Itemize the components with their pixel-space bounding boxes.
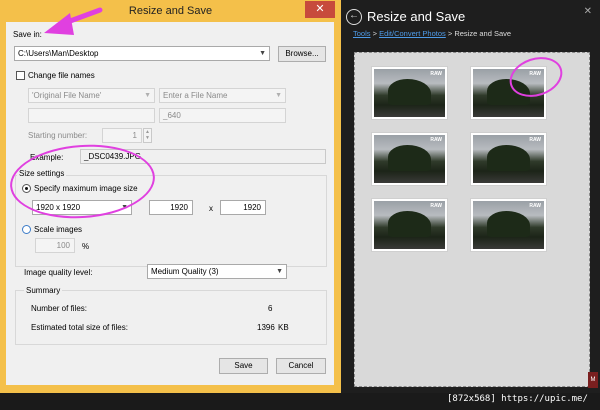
raw-badge: RAW xyxy=(430,71,442,77)
cancel-button[interactable]: Cancel xyxy=(276,358,326,374)
chevron-down-icon: ▼ xyxy=(275,92,282,99)
total-size-unit: KB xyxy=(278,323,289,332)
summary-group xyxy=(15,290,327,345)
photo-thumbnail[interactable]: RAW xyxy=(371,198,448,252)
scale-images-radio[interactable] xyxy=(22,225,31,234)
save-in-path-value: C:\Users\Man\Desktop xyxy=(18,49,99,58)
number-of-files-label: Number of files: xyxy=(31,304,88,313)
prefix-input[interactable] xyxy=(28,108,155,123)
breadcrumb-edit-convert[interactable]: Edit/Convert Photos xyxy=(379,29,446,38)
raw-badge: RAW xyxy=(430,203,442,209)
photo-image: RAW xyxy=(473,201,544,249)
total-size-value: 1396 xyxy=(257,323,275,332)
height-input[interactable]: 1920 xyxy=(220,200,266,215)
width-input[interactable]: 1920 xyxy=(149,200,193,215)
suffix-value: _640 xyxy=(163,111,181,120)
quality-label: Image quality level: xyxy=(24,268,93,277)
photo-thumbnail[interactable]: RAW xyxy=(371,132,448,186)
breadcrumb-current: Resize and Save xyxy=(454,29,512,38)
number-of-files-value: 6 xyxy=(268,304,273,313)
watermark-text: [872x568] https://upic.me/ xyxy=(447,394,588,404)
dialog-close-button[interactable]: ✕ xyxy=(305,1,335,18)
photo-thumbnail[interactable]: RAW xyxy=(470,198,547,252)
starting-number-input[interactable]: 1 xyxy=(102,128,142,143)
browse-button[interactable]: Browse... xyxy=(278,46,326,62)
raw-badge: RAW xyxy=(529,137,541,143)
percent-label: % xyxy=(82,242,90,251)
name-format-select[interactable]: 'Original File Name' ▼ xyxy=(28,88,155,103)
chevron-down-icon: ▼ xyxy=(144,92,151,99)
quality-select[interactable]: Medium Quality (3) ▼ xyxy=(147,264,287,279)
save-button[interactable]: Save xyxy=(219,358,268,374)
photo-image: RAW xyxy=(374,135,445,183)
scale-percent-input[interactable]: 100 xyxy=(35,238,75,253)
raw-badge: RAW xyxy=(529,203,541,209)
times-label: x xyxy=(209,204,213,213)
back-arrow-icon[interactable]: ← xyxy=(346,9,362,25)
panel-title: Resize and Save xyxy=(367,9,466,24)
change-file-names-label: Change file names xyxy=(28,71,95,80)
photo-thumbnail[interactable]: RAW xyxy=(470,132,547,186)
raw-badge: RAW xyxy=(430,137,442,143)
breadcrumb-separator: > xyxy=(370,29,380,38)
photo-image: RAW xyxy=(473,135,544,183)
resize-save-panel: ← Resize and Save ✕ Tools > Edit/Convert… xyxy=(341,0,600,393)
breadcrumb-tools[interactable]: Tools xyxy=(353,29,371,38)
screenshot-root: Resize and Save ✕ Save in: C:\Users\Man\… xyxy=(0,0,600,410)
breadcrumb: Tools > Edit/Convert Photos > Resize and… xyxy=(353,29,511,38)
photo-image: RAW xyxy=(374,69,445,117)
total-size-label: Estimated total size of files: xyxy=(31,323,128,332)
chevron-down-icon: ▼ xyxy=(276,268,283,275)
quality-value: Medium Quality (3) xyxy=(151,267,219,276)
watermark-logo: M xyxy=(588,372,598,388)
annotation-arrow-icon xyxy=(44,7,103,35)
scale-images-label: Scale images xyxy=(34,225,83,234)
summary-label: Summary xyxy=(24,286,63,295)
resize-save-dialog: Resize and Save ✕ Save in: C:\Users\Man\… xyxy=(0,0,341,393)
panel-close-button[interactable]: ✕ xyxy=(584,6,592,17)
chevron-down-icon: ▼ xyxy=(259,50,266,57)
thumbnail-grid: RAW RAW RAW RAW RAW RAW xyxy=(354,52,590,387)
photo-thumbnail[interactable]: RAW xyxy=(371,66,448,120)
starting-number-spinner[interactable]: ▲ ▼ xyxy=(143,128,152,143)
starting-number-label: Starting number: xyxy=(28,131,88,140)
photo-image: RAW xyxy=(374,201,445,249)
suffix-input[interactable]: _640 xyxy=(159,108,286,123)
name-format-value: 'Original File Name' xyxy=(32,91,102,100)
change-file-names-checkbox[interactable] xyxy=(16,71,25,80)
file-name-value: Enter a File Name xyxy=(163,91,228,100)
file-name-select[interactable]: Enter a File Name ▼ xyxy=(159,88,286,103)
